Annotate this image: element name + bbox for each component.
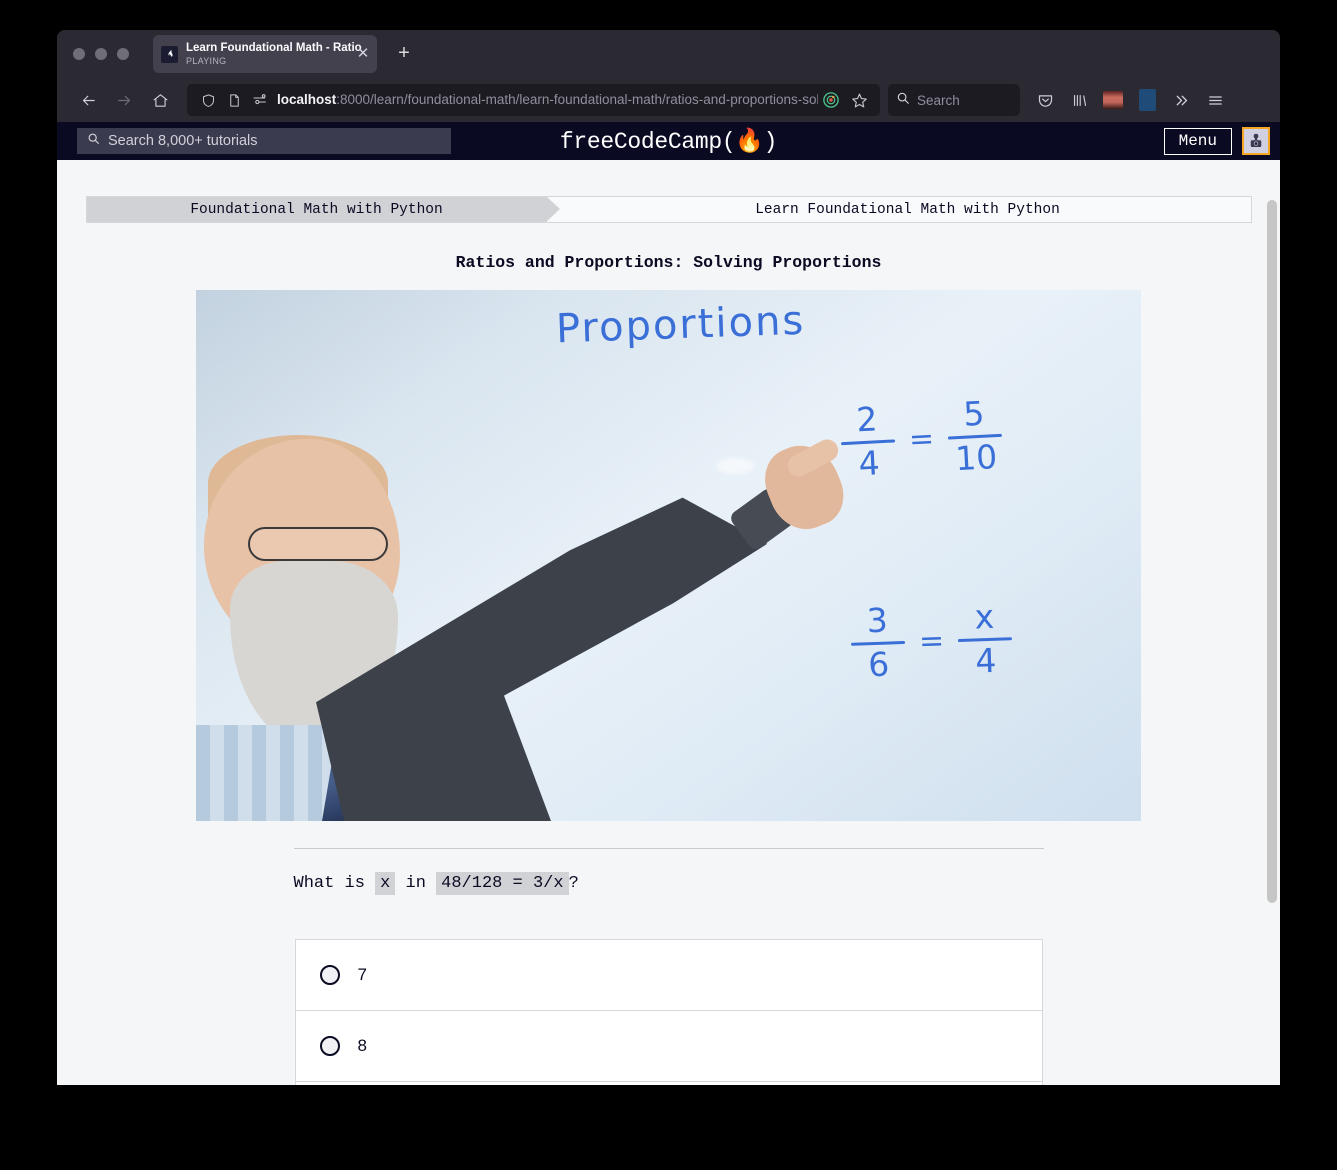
equation-1-left-numerator: 2 — [855, 399, 879, 440]
url-path: :8000/learn/foundational-math/learn-foun… — [336, 92, 818, 107]
page-title: Ratios and Proportions: Solving Proporti… — [455, 253, 882, 272]
navigation-toolbar: localhost:8000/learn/foundational-math/l… — [57, 78, 1280, 122]
equation-2-right-numerator: x — [973, 596, 995, 637]
menu-button[interactable]: Menu — [1163, 127, 1232, 155]
window-maximize-button[interactable] — [117, 48, 129, 60]
radio-icon[interactable] — [319, 964, 340, 985]
permissions-icon[interactable] — [247, 92, 273, 108]
overflow-chevron-icon[interactable] — [1166, 85, 1196, 115]
url-bar[interactable]: localhost:8000/learn/foundational-math/l… — [187, 84, 880, 116]
app-menu-icon[interactable] — [1200, 85, 1230, 115]
site-header: Search 8,000+ tutorials freeCodeCamp(🔥) … — [57, 122, 1280, 160]
extension-two-icon[interactable] — [1132, 85, 1162, 115]
section-divider — [293, 848, 1044, 849]
whiteboard-glare — [716, 458, 754, 474]
lesson-content: Foundational Math with Python Learn Foun… — [57, 196, 1280, 1085]
home-button[interactable] — [143, 84, 177, 116]
glasses-icon — [248, 527, 388, 561]
library-icon[interactable] — [1064, 85, 1094, 115]
whiteboard-equation-2: 3 6 = x 4 — [850, 596, 1014, 684]
window-minimize-button[interactable] — [95, 48, 107, 60]
bookmark-star-icon[interactable] — [846, 92, 872, 109]
lesson-video[interactable]: Proportions 2 4 = 5 10 3 6 = x 4 — [196, 290, 1141, 821]
forward-button[interactable] — [107, 84, 141, 116]
browser-search-placeholder: Search — [917, 92, 960, 108]
equation-2-right-fraction: x 4 — [957, 596, 1014, 681]
question-variable: x — [375, 872, 396, 895]
instructor-figure — [196, 381, 854, 821]
equation-1-right-numerator: 5 — [962, 393, 986, 434]
equation-2-left-numerator: 3 — [866, 600, 889, 641]
question-prefix: What is — [293, 874, 376, 893]
url-text[interactable]: localhost:8000/learn/foundational-math/l… — [277, 84, 818, 116]
equation-2-left-fraction: 3 6 — [850, 600, 907, 684]
tracking-protection-icon[interactable] — [818, 91, 844, 109]
equation-1-operator: = — [908, 421, 936, 458]
new-tab-button[interactable]: + — [391, 41, 417, 67]
tab-title: Learn Foundational Math - Ratio — [186, 42, 362, 54]
answer-option[interactable] — [295, 1081, 1042, 1085]
toolbar-icons — [1030, 85, 1230, 115]
equation-1-right-fraction: 5 10 — [946, 393, 1004, 478]
question-suffix: ? — [568, 874, 579, 893]
browser-tab[interactable]: Learn Foundational Math - Ratio PLAYING … — [153, 35, 377, 73]
page-info-icon[interactable] — [221, 93, 247, 108]
tab-status: PLAYING — [186, 56, 227, 66]
page-scrollbar-thumb[interactable] — [1267, 200, 1277, 903]
back-button[interactable] — [71, 84, 105, 116]
browser-search-box[interactable]: Search — [888, 84, 1020, 116]
breadcrumb-block[interactable]: Learn Foundational Math with Python — [547, 197, 1251, 222]
site-search-input[interactable]: Search 8,000+ tutorials — [77, 128, 451, 154]
shield-icon[interactable] — [195, 93, 221, 108]
freecodecamp-favicon-icon — [161, 45, 178, 63]
window-controls — [65, 48, 145, 60]
site-logo-text: freeCodeCamp(🔥) — [559, 129, 778, 155]
pocket-icon[interactable] — [1030, 85, 1060, 115]
answer-label: 8 — [357, 1035, 367, 1055]
tab-close-icon[interactable]: ✕ — [355, 46, 371, 62]
tab-text: Learn Foundational Math - Ratio PLAYING — [186, 41, 369, 67]
site-search-icon — [87, 132, 100, 150]
answer-option[interactable]: 8 — [295, 1010, 1042, 1082]
content-inner: Foundational Math with Python Learn Foun… — [85, 196, 1252, 1085]
browser-window: Learn Foundational Math - Ratio PLAYING … — [57, 30, 1280, 1085]
urlbar-actions — [818, 91, 872, 109]
radio-icon[interactable] — [319, 1035, 340, 1056]
site-search-placeholder: Search 8,000+ tutorials — [108, 133, 258, 149]
equation-1-left-denominator: 4 — [857, 442, 881, 483]
avatar[interactable] — [1242, 127, 1270, 155]
equation-1-left-fraction: 2 4 — [839, 399, 897, 483]
question-middle: in — [395, 874, 437, 893]
extension-one-icon[interactable] — [1098, 85, 1128, 115]
answer-option[interactable]: 7 — [295, 939, 1042, 1011]
equation-1-right-denominator: 10 — [954, 436, 999, 478]
breadcrumb-superblock[interactable]: Foundational Math with Python — [86, 197, 560, 222]
tab-strip: Learn Foundational Math - Ratio PLAYING … — [57, 30, 1280, 78]
search-icon — [896, 91, 910, 110]
page-scrollbar-track[interactable] — [1264, 196, 1280, 1085]
page-viewport: Search 8,000+ tutorials freeCodeCamp(🔥) … — [57, 122, 1280, 1085]
question-expression: 48/128 = 3/x — [436, 872, 569, 895]
equation-2-operator: = — [918, 623, 945, 660]
equation-2-right-denominator: 4 — [974, 640, 998, 681]
breadcrumb: Foundational Math with Python Learn Foun… — [85, 196, 1252, 223]
equation-2-left-denominator: 6 — [867, 644, 890, 684]
answer-label: 7 — [357, 964, 367, 984]
url-host: localhost — [277, 92, 337, 107]
whiteboard-title: Proportions — [555, 297, 806, 353]
question-text: What is x in 48/128 = 3/x? — [294, 871, 1044, 897]
window-close-button[interactable] — [73, 48, 85, 60]
site-header-actions: Menu — [1163, 127, 1270, 155]
answer-options: 7 8 — [294, 938, 1043, 1085]
whiteboard-equation-1: 2 4 = 5 10 — [839, 393, 1004, 483]
